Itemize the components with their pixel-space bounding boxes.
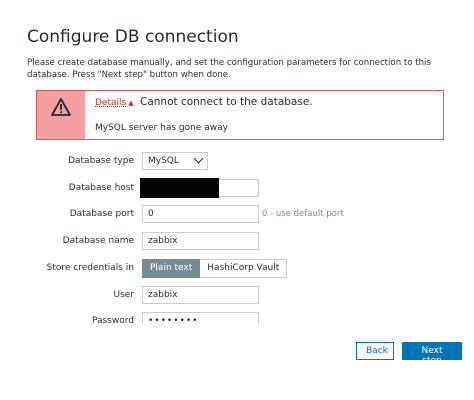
store-plain-text-option[interactable]: Plain text [142, 259, 201, 278]
user-label: User [113, 290, 134, 300]
error-detail-text: MySQL server has gone away [95, 123, 228, 133]
chevron-down-icon [193, 153, 204, 164]
error-details-toggle[interactable]: Details ▲ [95, 98, 134, 108]
next-step-button[interactable]: Next step [402, 342, 462, 366]
redacted-block [140, 178, 219, 198]
error-message-box: Details ▲ Cannot connect to the database.… [36, 90, 444, 140]
db-host-label: Database host [68, 183, 134, 193]
store-credentials-toggle: Plain text HashiCorp Vault [142, 259, 288, 278]
warning-icon [51, 98, 71, 116]
store-vault-option[interactable]: HashiCorp Vault [200, 259, 288, 278]
password-row: Password •••••••• [0, 309, 474, 324]
db-port-input[interactable]: 0 [142, 205, 259, 223]
page-description: Please create database manually, and set… [27, 58, 431, 80]
page-title: Configure DB connection [27, 27, 239, 47]
back-button[interactable]: Back [356, 342, 394, 360]
db-type-label: Database type [68, 156, 134, 166]
error-icon-area [37, 91, 85, 139]
user-input[interactable]: zabbix [142, 286, 259, 304]
db-type-select[interactable]: MySQL [142, 152, 208, 170]
db-type-value: MySQL [148, 156, 179, 166]
db-name-label: Database name [62, 236, 134, 246]
db-port-label: Database port [69, 209, 134, 219]
password-input[interactable]: •••••••• [142, 312, 259, 324]
db-port-hint: 0 - use default port [262, 209, 344, 219]
error-details-label: Details [95, 98, 127, 108]
arrow-up-icon: ▲ [128, 99, 134, 107]
password-label: Password [91, 316, 134, 324]
store-credentials-label: Store credentials in [46, 263, 134, 273]
db-name-input[interactable]: zabbix [142, 232, 259, 250]
error-message: Cannot connect to the database. [140, 96, 313, 108]
